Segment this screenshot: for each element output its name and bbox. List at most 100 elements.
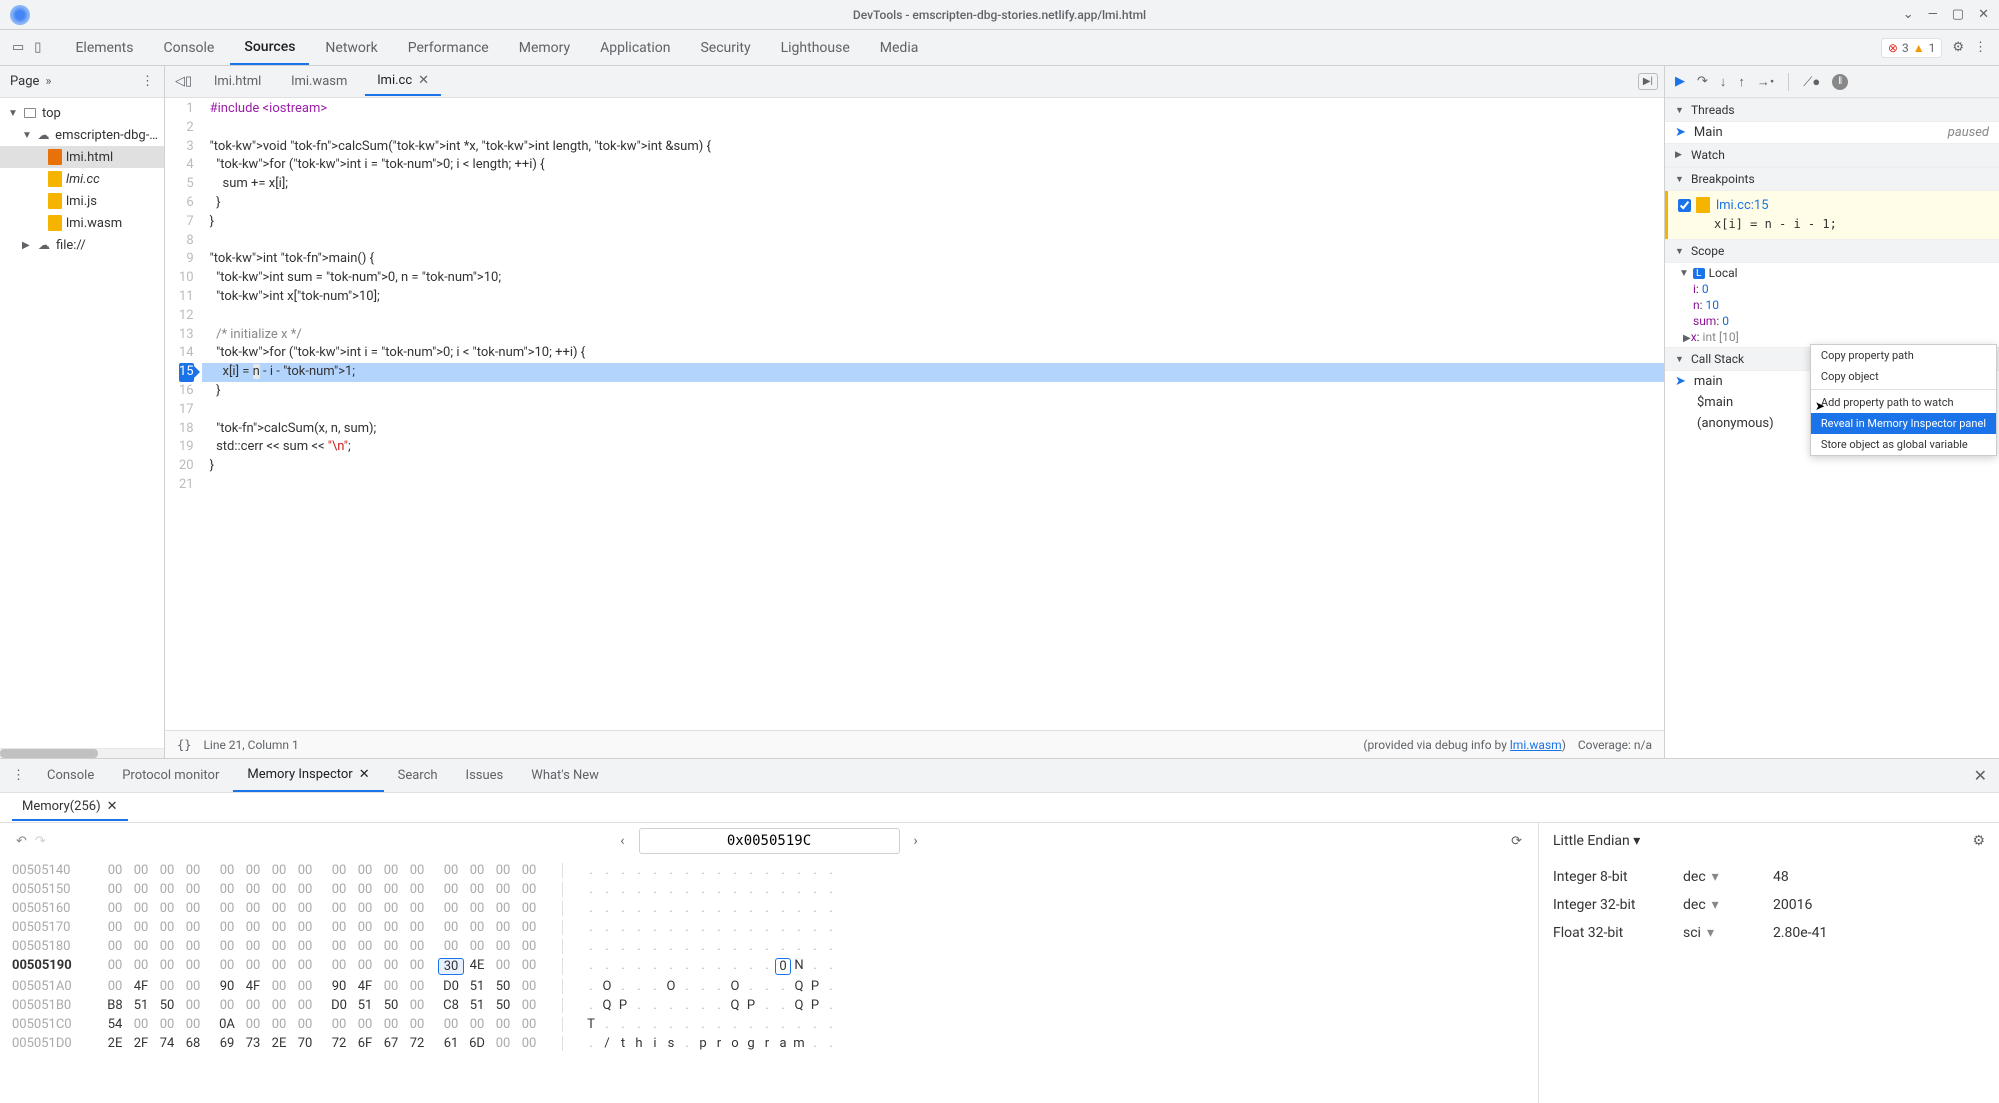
ctx-add-watch[interactable]: Add property path to watch (1811, 392, 1996, 413)
tree-file-js[interactable]: lmi.js (0, 190, 164, 212)
kebab-icon[interactable]: ⋮ (1974, 40, 1987, 55)
close-drawer-icon[interactable]: ✕ (1974, 766, 1987, 785)
settings-icon[interactable]: ⚙ (1952, 40, 1964, 55)
resume-icon[interactable]: ▶ (1675, 74, 1685, 89)
editor-statusbar: {} Line 21, Column 1 (provided via debug… (165, 730, 1664, 758)
interp-row: Integer 8-bitdec ▾48 (1553, 863, 1985, 891)
close-icon[interactable]: ✕ (107, 799, 118, 814)
ctx-store-global[interactable]: Store object as global variable (1811, 434, 1996, 455)
collapse-icon[interactable]: ⌄ (1903, 7, 1914, 22)
chevron-down-icon: ▾ (1633, 833, 1640, 849)
tab-sources[interactable]: Sources (230, 31, 309, 65)
dtab-console[interactable]: Console (33, 760, 108, 791)
ctx-reveal-memory[interactable]: Reveal in Memory Inspector panel (1811, 413, 1996, 434)
scrollbar-horizontal[interactable] (0, 748, 164, 758)
wasm-link[interactable]: lmi.wasm (1510, 738, 1562, 752)
error-icon: ⊗ (1888, 41, 1898, 55)
dtab-protocol[interactable]: Protocol monitor (108, 760, 233, 791)
interpretation-panel: Little Endian ▾ ⚙ Integer 8-bitdec ▾48In… (1539, 823, 1999, 1103)
gear-icon[interactable]: ⚙ (1972, 833, 1985, 849)
close-tab-icon[interactable]: ✕ (418, 73, 429, 88)
tab-network[interactable]: Network (311, 32, 391, 64)
hex-grid[interactable]: 0050514000000000000000000000000000000000… (0, 859, 1538, 1103)
scope-var[interactable]: sum: 0 (1679, 313, 1995, 329)
step-icon[interactable]: →• (1757, 74, 1774, 90)
etab-lmi-cc[interactable]: lmi.cc✕ (365, 67, 441, 96)
step-into-icon[interactable]: ↓ (1720, 74, 1727, 90)
scope-header[interactable]: ▼Scope (1665, 239, 1999, 263)
scope-var[interactable]: n: 10 (1679, 297, 1995, 313)
history-back-icon[interactable]: ↶ (16, 834, 27, 849)
etab-lmi-html[interactable]: lmi.html (202, 68, 273, 95)
scope-var[interactable]: i: 0 (1679, 281, 1995, 297)
close-icon[interactable]: ✕ (359, 767, 370, 782)
dtab-whatsnew[interactable]: What's New (517, 760, 613, 791)
warning-icon: ▲ (1913, 41, 1925, 55)
inspect-icon[interactable]: ▭ (12, 40, 24, 55)
chevron-icon[interactable]: » (45, 74, 51, 89)
page-label[interactable]: Page (10, 74, 39, 89)
tab-application[interactable]: Application (586, 32, 684, 64)
scope-local[interactable]: ▼LLocal (1679, 265, 1995, 281)
titlebar: DevTools - emscripten-dbg-stories.netlif… (0, 0, 1999, 30)
tree-domain[interactable]: ▼☁emscripten-dbg-… (0, 124, 164, 146)
deactivate-breakpoints-icon[interactable]: ⟋● (1803, 74, 1820, 90)
dtab-memory-inspector[interactable]: Memory Inspector✕ (233, 759, 383, 792)
page-prev-icon[interactable]: ‹ (616, 829, 628, 853)
format-select[interactable]: sci ▾ (1683, 925, 1753, 941)
tree-file-cc[interactable]: lmi.cc (0, 168, 164, 190)
refresh-icon[interactable]: ⟳ (1511, 834, 1522, 849)
chromium-logo (10, 5, 30, 25)
page-next-icon[interactable]: › (910, 829, 922, 853)
file-tree: ▼top ▼☁emscripten-dbg-… lmi.html lmi.cc … (0, 98, 164, 748)
page-kebab-icon[interactable]: ⋮ (141, 74, 154, 89)
address-input[interactable] (639, 828, 900, 854)
tab-memory[interactable]: Memory (505, 32, 584, 64)
dtab-search[interactable]: Search (384, 760, 452, 791)
history-forward-icon[interactable]: ↷ (35, 834, 46, 849)
thread-main[interactable]: ➤Mainpaused (1665, 122, 1999, 143)
threads-header[interactable]: ▼Threads (1665, 98, 1999, 122)
editor-panel: ◁▯ lmi.html lmi.wasm lmi.cc✕ ▶| 12345678… (165, 66, 1664, 758)
scope-var-x[interactable]: ▶x: int [10] (1679, 329, 1995, 345)
format-select[interactable]: dec ▾ (1683, 897, 1753, 913)
pause-exceptions-icon[interactable]: ‖ (1832, 74, 1848, 90)
tree-file-html[interactable]: lmi.html (0, 146, 164, 168)
breakpoints-header[interactable]: ▼Breakpoints (1665, 167, 1999, 191)
minimize-icon[interactable]: — (1928, 7, 1938, 22)
main-tabbar: ▭ ▯ Elements Console Sources Network Per… (0, 30, 1999, 66)
ctx-copy-object[interactable]: Copy object (1811, 366, 1996, 387)
step-out-icon[interactable]: ↑ (1738, 74, 1745, 90)
tab-media[interactable]: Media (866, 32, 933, 64)
tab-security[interactable]: Security (686, 32, 764, 64)
tree-file-wasm[interactable]: lmi.wasm (0, 212, 164, 234)
etab-lmi-wasm[interactable]: lmi.wasm (279, 68, 359, 95)
tab-lighthouse[interactable]: Lighthouse (767, 32, 864, 64)
context-menu: Copy property path Copy object Add prope… (1810, 344, 1997, 456)
step-over-icon[interactable]: ↷ (1697, 74, 1708, 89)
code-editor[interactable]: 123456789101112131415161718192021 #inclu… (165, 98, 1664, 730)
tree-top[interactable]: ▼top (0, 102, 164, 124)
debugger-panel: ▶ ↷ ↓ ↑ →• ⟋● ‖ ▼Threads ➤Mainpaused ▶Wa… (1664, 66, 1999, 758)
breakpoint-item[interactable]: lmi.cc:15 x[i] = n - i - 1; (1665, 191, 1999, 239)
memory-tab[interactable]: Memory(256)✕ (12, 794, 128, 821)
format-select[interactable]: dec ▾ (1683, 869, 1753, 885)
tab-console[interactable]: Console (149, 32, 228, 64)
dtab-issues[interactable]: Issues (452, 760, 518, 791)
tab-performance[interactable]: Performance (394, 32, 503, 64)
maximize-icon[interactable]: ▢ (1952, 7, 1964, 22)
tab-elements[interactable]: Elements (61, 32, 147, 64)
close-window-icon[interactable]: ✕ (1978, 7, 1989, 22)
run-snippet-icon[interactable]: ▶| (1638, 73, 1658, 90)
drawer-kebab-icon[interactable]: ⋮ (12, 768, 25, 783)
nav-back-icon[interactable]: ◁▯ (171, 70, 196, 93)
tree-file-scheme[interactable]: ▶☁file:// (0, 234, 164, 256)
pretty-print-icon[interactable]: {} (177, 738, 191, 752)
watch-header[interactable]: ▶Watch (1665, 143, 1999, 167)
device-toggle-icon[interactable]: ▯ (34, 40, 41, 55)
interp-row: Float 32-bitsci ▾2.80e-41 (1553, 919, 1985, 947)
ctx-copy-path[interactable]: Copy property path (1811, 345, 1996, 366)
breakpoint-checkbox[interactable] (1678, 199, 1691, 212)
error-warning-badge[interactable]: ⊗3 ▲1 (1881, 38, 1942, 58)
endian-select[interactable]: Little Endian ▾ (1553, 833, 1640, 849)
